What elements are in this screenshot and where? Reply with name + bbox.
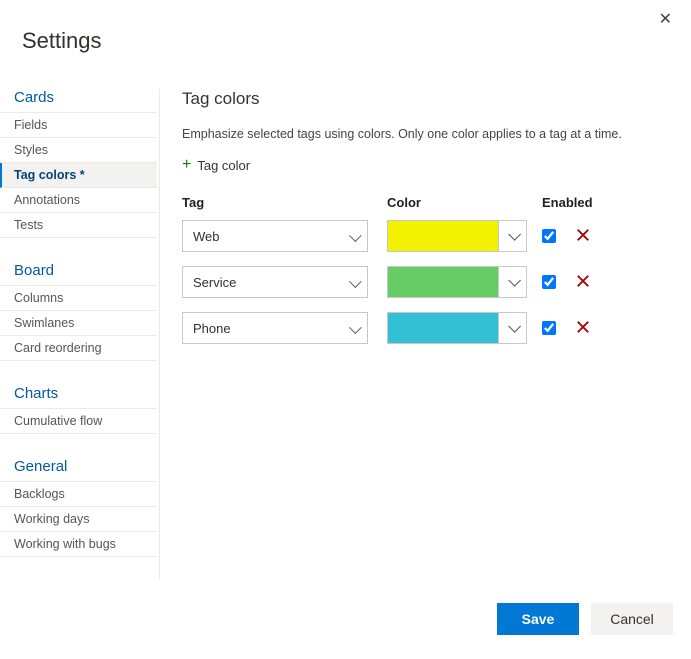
color-picker[interactable] bbox=[387, 220, 527, 252]
tag-row: Web bbox=[182, 220, 673, 252]
color-picker[interactable] bbox=[387, 312, 527, 344]
save-button[interactable]: Save bbox=[497, 603, 579, 635]
sidebar-item-fields[interactable]: Fields bbox=[0, 113, 157, 138]
color-swatch bbox=[388, 267, 498, 297]
close-icon bbox=[576, 228, 590, 245]
color-picker[interactable] bbox=[387, 266, 527, 298]
dialog-footer: Save Cancel bbox=[497, 603, 673, 635]
tag-select[interactable]: Web bbox=[182, 220, 368, 252]
columns-header: Tag Color Enabled bbox=[182, 195, 673, 210]
sidebar-section-cards[interactable]: Cards bbox=[0, 89, 157, 113]
sidebar-item-swimlanes[interactable]: Swimlanes bbox=[0, 311, 157, 336]
sidebar-item-cumulative-flow[interactable]: Cumulative flow bbox=[0, 409, 157, 434]
tag-select[interactable]: Service bbox=[182, 266, 368, 298]
tag-select-value: Web bbox=[193, 229, 220, 244]
tag-select[interactable]: Phone bbox=[182, 312, 368, 344]
sidebar-section-general[interactable]: General bbox=[0, 452, 157, 482]
dialog-title: Settings bbox=[0, 0, 691, 54]
sidebar-item-tag-colors[interactable]: Tag colors * bbox=[0, 163, 157, 188]
sidebar-item-working-days[interactable]: Working days bbox=[0, 507, 157, 532]
panel-heading: Tag colors bbox=[182, 89, 673, 109]
tag-select-value: Phone bbox=[193, 321, 231, 336]
close-icon bbox=[576, 320, 590, 337]
plus-icon: + bbox=[182, 157, 191, 173]
sidebar-item-styles[interactable]: Styles bbox=[0, 138, 157, 163]
sidebar-item-tests[interactable]: Tests bbox=[0, 213, 157, 238]
color-swatch bbox=[388, 313, 498, 343]
color-swatch bbox=[388, 221, 498, 251]
close-icon: ✕ bbox=[659, 11, 672, 28]
close-icon bbox=[576, 274, 590, 291]
sidebar-item-working-with-bugs[interactable]: Working with bugs bbox=[0, 532, 157, 557]
col-header-enabled: Enabled bbox=[542, 195, 602, 210]
tag-row: Service bbox=[182, 266, 673, 298]
cancel-button[interactable]: Cancel bbox=[591, 603, 673, 635]
sidebar-item-annotations[interactable]: Annotations bbox=[0, 188, 157, 213]
enabled-checkbox[interactable] bbox=[542, 275, 556, 289]
tag-row: Phone bbox=[182, 312, 673, 344]
chevron-down-icon bbox=[498, 221, 526, 251]
enabled-checkbox[interactable] bbox=[542, 321, 556, 335]
settings-sidebar: CardsFieldsStylesTag colors *Annotations… bbox=[0, 89, 160, 579]
sidebar-section-charts[interactable]: Charts bbox=[0, 379, 157, 409]
close-button[interactable]: ✕ bbox=[659, 12, 672, 28]
col-header-color: Color bbox=[387, 195, 542, 210]
add-tag-color-button[interactable]: + Tag color bbox=[182, 155, 250, 175]
remove-row-button[interactable] bbox=[574, 226, 592, 247]
panel-description: Emphasize selected tags using colors. On… bbox=[182, 127, 673, 141]
sidebar-item-columns[interactable]: Columns bbox=[0, 286, 157, 311]
remove-row-button[interactable] bbox=[574, 272, 592, 293]
sidebar-item-card-reordering[interactable]: Card reordering bbox=[0, 336, 157, 361]
chevron-down-icon bbox=[498, 313, 526, 343]
chevron-down-icon bbox=[498, 267, 526, 297]
add-tag-color-label: Tag color bbox=[197, 158, 250, 173]
col-header-tag: Tag bbox=[182, 195, 387, 210]
remove-row-button[interactable] bbox=[574, 318, 592, 339]
sidebar-section-board[interactable]: Board bbox=[0, 256, 157, 286]
enabled-checkbox[interactable] bbox=[542, 229, 556, 243]
tag-select-value: Service bbox=[193, 275, 236, 290]
sidebar-item-backlogs[interactable]: Backlogs bbox=[0, 482, 157, 507]
main-panel: Tag colors Emphasize selected tags using… bbox=[160, 89, 691, 579]
